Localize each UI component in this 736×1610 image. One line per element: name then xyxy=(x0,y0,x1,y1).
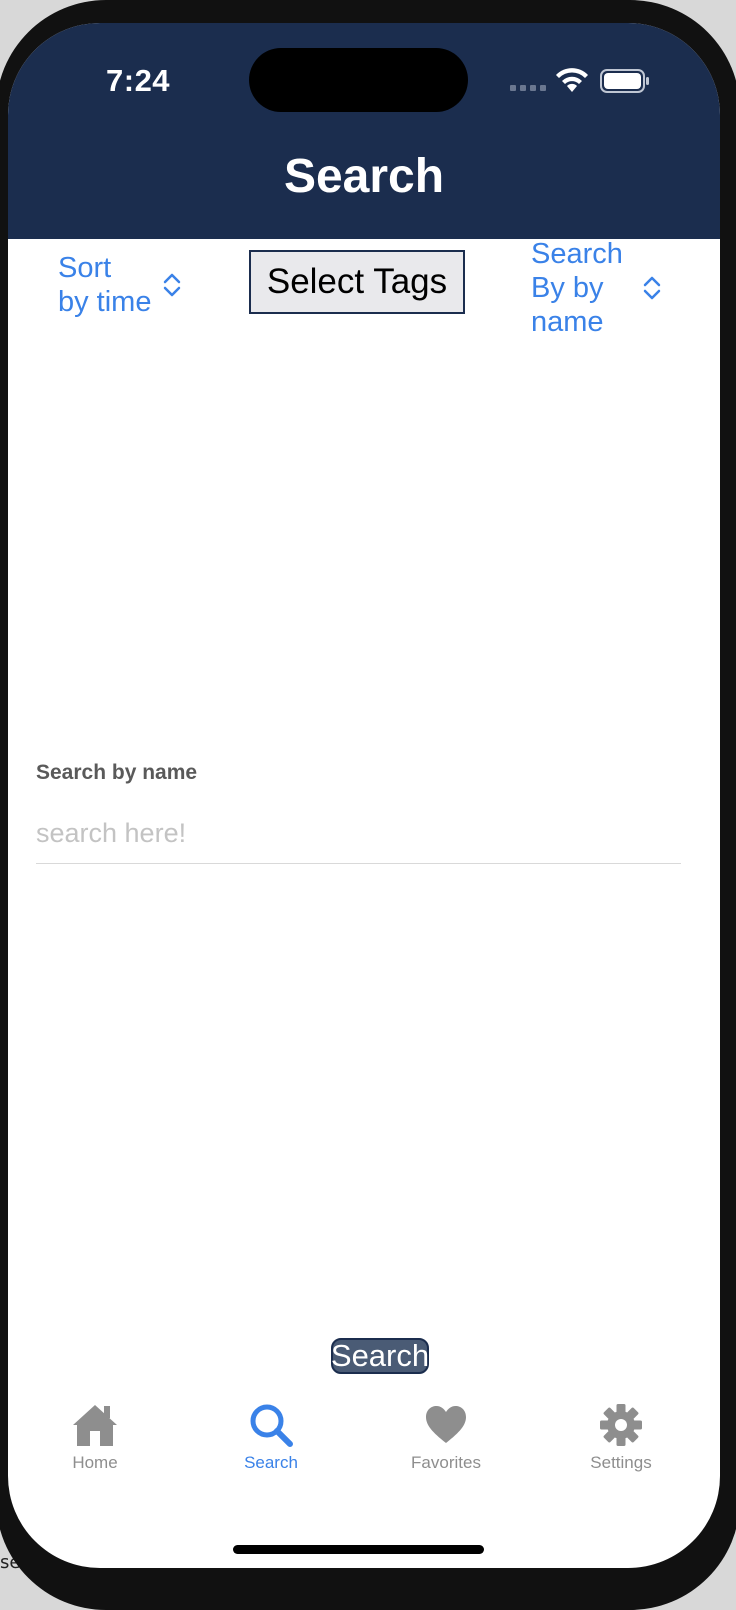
battery-icon xyxy=(600,69,649,93)
magnifier-icon xyxy=(250,1404,293,1447)
gear-icon xyxy=(600,1404,642,1446)
page-title: Search xyxy=(283,150,445,203)
tab-search-label: Search xyxy=(244,1453,298,1472)
screen: 7:24 Search Sort by time Select Tags Sea… xyxy=(8,23,720,1568)
home-indicator xyxy=(233,1545,484,1554)
search-by-picker[interactable]: Search By by name xyxy=(531,228,661,348)
select-tags-button[interactable]: Select Tags xyxy=(249,250,465,314)
tab-favorites[interactable]: Favorites xyxy=(371,1403,521,1473)
status-time: 7:24 xyxy=(106,63,171,98)
tab-settings-label: Settings xyxy=(590,1453,652,1472)
phone-frame: 7:24 Search Sort by time Select Tags Sea… xyxy=(0,0,736,1610)
sort-picker[interactable]: Sort by time xyxy=(58,245,181,325)
tab-search[interactable]: Search xyxy=(196,1403,346,1473)
search-button[interactable]: Search xyxy=(331,1338,429,1374)
wifi-icon xyxy=(556,68,588,92)
tab-home[interactable]: Home xyxy=(20,1403,170,1473)
search-field-label: Search by name xyxy=(36,761,198,784)
sort-picker-label: Sort by time xyxy=(58,252,152,318)
house-icon xyxy=(73,1405,117,1446)
tab-bar: Home Search Favorites Settings xyxy=(8,1403,720,1503)
search-by-picker-label: Search By by name xyxy=(531,238,623,338)
tab-settings[interactable]: Settings xyxy=(546,1403,696,1473)
nav-header: 7:24 Search xyxy=(8,23,720,239)
tab-favorites-label: Favorites xyxy=(411,1453,481,1472)
dynamic-island xyxy=(249,48,468,112)
cellular-signal-icon xyxy=(510,85,546,91)
chevron-up-down-icon xyxy=(643,276,661,300)
chevron-up-down-icon xyxy=(164,273,181,297)
search-input[interactable] xyxy=(36,803,681,864)
tab-home-label: Home xyxy=(72,1453,118,1472)
heart-icon xyxy=(426,1406,466,1443)
